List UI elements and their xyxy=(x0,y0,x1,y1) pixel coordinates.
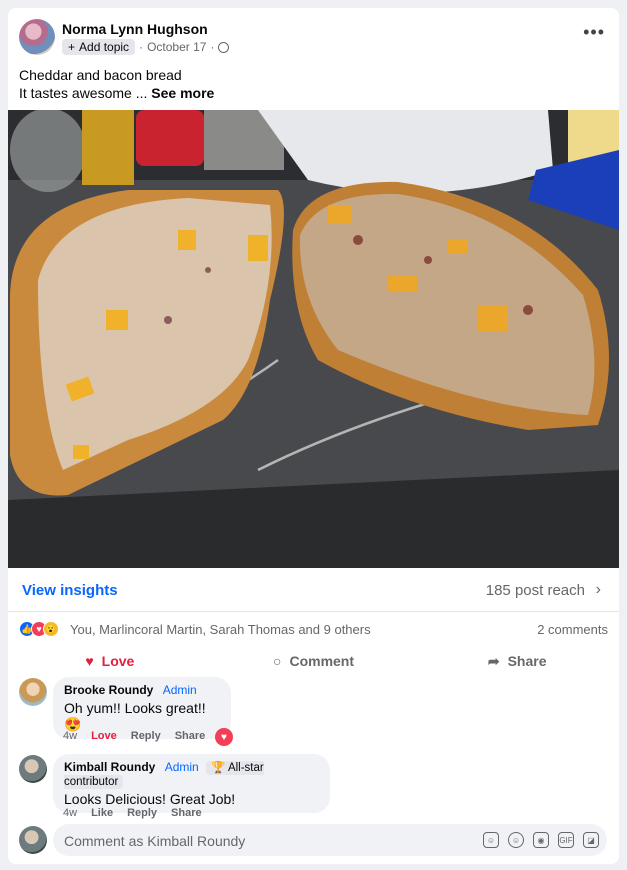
comment-share-button[interactable]: Share xyxy=(171,807,202,819)
admin-badge: Admin xyxy=(164,760,199,774)
plus-icon: + xyxy=(68,40,76,54)
share-icon: ➦ xyxy=(487,652,500,669)
reaction-names[interactable]: You, Marlincoral Martin, Sarah Thomas an… xyxy=(70,622,371,637)
comment-button[interactable]: ○ Comment xyxy=(212,644,416,678)
bread-photo xyxy=(8,110,619,568)
comment-reply-button[interactable]: Reply xyxy=(131,730,161,742)
author-avatar[interactable] xyxy=(19,19,55,55)
view-insights-link[interactable]: View insights xyxy=(22,582,118,599)
add-topic-label: Add topic xyxy=(79,40,130,54)
commenter-name-text[interactable]: Kimball Roundy xyxy=(64,760,155,774)
post-date[interactable]: October 17 xyxy=(147,40,206,54)
meta-separator: · xyxy=(210,40,215,54)
post-actions: ♥ Love ○ Comment ➦ Share xyxy=(8,644,619,678)
insights-bar: View insights 185 post reach › xyxy=(8,568,619,612)
heart-icon: ♥ xyxy=(85,653,94,669)
love-label: Love xyxy=(101,653,135,669)
comment-count[interactable]: 2 comments xyxy=(537,622,608,637)
commenter-avatar[interactable] xyxy=(19,755,47,783)
sticker-icon[interactable]: ◪ xyxy=(583,832,599,848)
share-button[interactable]: ➦ Share xyxy=(415,644,619,678)
comment-love-reaction-icon[interactable]: ♥ xyxy=(215,728,233,746)
gif-icon[interactable]: GIF xyxy=(558,832,574,848)
comment-label: Comment xyxy=(289,653,355,669)
trophy-icon: 🏆 xyxy=(211,762,226,774)
emoji-icon[interactable]: ☺ xyxy=(508,832,524,848)
post-header: Norma Lynn Hughson + Add topic · October… xyxy=(8,8,619,66)
comment-text: Looks Delicious! Great Job! xyxy=(64,791,236,807)
comment-text: Oh yum!! Looks great!! 😍 xyxy=(64,700,206,732)
chevron-right-icon[interactable]: › xyxy=(596,581,601,599)
globe-icon xyxy=(218,41,230,53)
commenter-name: Brooke Roundy Admin xyxy=(64,683,220,697)
comment-composer[interactable]: Comment as Kimball Roundy ☺ ☺ ◉ GIF ◪ xyxy=(53,824,607,856)
comment-actions: 4w Like Reply Share xyxy=(63,807,202,819)
caption-line-1: Cheddar and bacon bread xyxy=(19,67,182,83)
reaction-icons[interactable]: 👍 ♥ 😮 xyxy=(19,621,59,637)
comment-share-button[interactable]: Share xyxy=(175,730,206,742)
post-photo[interactable] xyxy=(8,110,619,568)
caption-line-2: It tastes awesome ... See more xyxy=(19,84,608,102)
meta-separator: · xyxy=(139,40,144,54)
comment-reply-button[interactable]: Reply xyxy=(127,807,157,819)
love-button[interactable]: ♥ Love xyxy=(8,644,212,678)
reactions-summary: 👍 ♥ 😮 You, Marlincoral Martin, Sarah Tho… xyxy=(19,619,608,641)
admin-badge: Admin xyxy=(162,683,197,697)
post-meta: + Add topic · October 17 · xyxy=(62,39,230,55)
comment-like-button[interactable]: Like xyxy=(91,807,113,819)
more-options-icon[interactable]: ••• xyxy=(583,22,605,43)
comment-bubble: Kimball Roundy Admin 🏆 All-star contribu… xyxy=(53,754,330,813)
composer-avatar[interactable] xyxy=(19,826,47,854)
see-more-link[interactable]: See more xyxy=(151,85,214,101)
wow-reaction-icon: 😮 xyxy=(43,621,59,637)
commenter-avatar[interactable] xyxy=(19,678,47,706)
post-reach[interactable]: 185 post reach xyxy=(486,582,585,599)
comment-actions: 4w Love Reply Share xyxy=(63,730,205,742)
comment-icon: ○ xyxy=(272,653,282,669)
caption-text: It tastes awesome ... xyxy=(19,85,148,101)
commenter-name: Kimball Roundy Admin 🏆 All-star contribu… xyxy=(64,760,319,789)
comment-time[interactable]: 4w xyxy=(63,807,77,819)
comment-time[interactable]: 4w xyxy=(63,730,77,742)
post-card: Norma Lynn Hughson + Add topic · October… xyxy=(8,8,619,864)
composer-tools: ☺ ☺ ◉ GIF ◪ xyxy=(483,832,599,848)
post-caption: Cheddar and bacon bread It tastes awesom… xyxy=(8,66,619,102)
commenter-name-text[interactable]: Brooke Roundy xyxy=(64,683,153,697)
composer-placeholder[interactable]: Comment as Kimball Roundy xyxy=(64,833,245,849)
avatar-sticker-icon[interactable]: ☺ xyxy=(483,832,499,848)
share-label: Share xyxy=(507,653,547,669)
add-topic-button[interactable]: + Add topic xyxy=(62,39,136,55)
camera-icon[interactable]: ◉ xyxy=(533,832,549,848)
author-name[interactable]: Norma Lynn Hughson xyxy=(62,21,208,37)
comment-love-button[interactable]: Love xyxy=(91,730,117,742)
